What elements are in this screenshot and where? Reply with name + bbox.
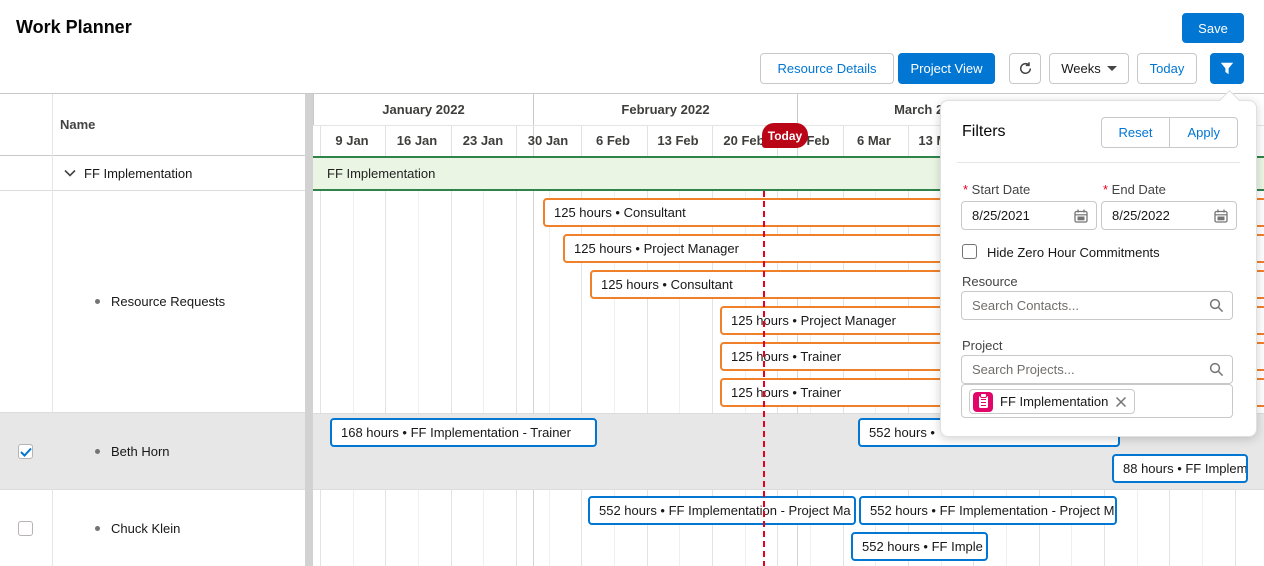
gantt-bar-label: 552 hours • FF Implementation - Project …: [870, 503, 1114, 518]
magnifier-icon: [1209, 362, 1224, 377]
month-boundary-line: [533, 125, 534, 566]
today-badge: Today: [762, 123, 808, 148]
row-beth-horn[interactable]: Beth Horn: [0, 413, 305, 490]
gantt-bar[interactable]: 552 hours • FF Implementation - Project …: [859, 496, 1117, 525]
row-label: FF Implementation: [84, 166, 192, 181]
end-date-value: 8/25/2022: [1112, 208, 1214, 223]
week-header: 13 Feb: [645, 125, 711, 156]
project-band-label: FF Implementation: [327, 166, 435, 181]
gantt-bar-label: 125 hours • Consultant: [601, 277, 733, 292]
row-label: Resource Requests: [111, 294, 225, 309]
selected-projects-box: FF Implementation: [961, 384, 1233, 418]
gantt-bar[interactable]: 552 hours • FF Implementation - Project …: [588, 496, 856, 525]
project-view-button[interactable]: Project View: [898, 53, 995, 84]
pill-label: FF Implementation: [1000, 394, 1108, 409]
filter-button[interactable]: [1210, 53, 1244, 84]
project-label: Project: [962, 338, 1002, 353]
page-title: Work Planner: [16, 17, 132, 38]
gantt-bar-label: 552 hours • FF Imple: [862, 539, 983, 554]
start-date-field[interactable]: 8/25/2021: [961, 201, 1097, 230]
close-x-icon[interactable]: [1115, 396, 1127, 408]
week-header: 23 Jan: [450, 125, 516, 156]
apply-button[interactable]: Apply: [1170, 117, 1238, 148]
gantt-bar-label: 88 hours • FF Implem: [1123, 461, 1247, 476]
filters-title: Filters: [962, 123, 1006, 141]
name-header-label: Name: [60, 117, 95, 132]
resource-search-input[interactable]: Search Contacts...: [961, 291, 1233, 320]
end-date-label: End Date: [1103, 182, 1166, 197]
view-mode-value: Weeks: [1061, 61, 1101, 76]
row-label: Beth Horn: [111, 444, 170, 459]
row-resource-requests[interactable]: Resource Requests: [0, 191, 305, 413]
gridline: [385, 156, 386, 566]
checkbox-column-divider: [52, 94, 53, 566]
project-record-icon: [973, 392, 993, 412]
calendar-icon[interactable]: [1074, 209, 1088, 223]
bullet-icon: [95, 526, 100, 531]
resource-details-button[interactable]: Resource Details: [760, 53, 894, 84]
resource-label: Resource: [962, 274, 1018, 289]
today-line: [763, 191, 765, 566]
gantt-bar[interactable]: 168 hours • FF Implementation - Trainer: [330, 418, 597, 447]
gantt-bar[interactable]: 552 hours • FF Imple: [851, 532, 988, 561]
hide-zero-label: Hide Zero Hour Commitments: [987, 245, 1160, 260]
week-header: 16 Jan: [384, 125, 450, 156]
week-header: 6 Mar: [841, 125, 907, 156]
work-planner-app: Work Planner Save Resource Details Proje…: [0, 0, 1264, 566]
bullet-icon: [95, 449, 100, 454]
row-checkbox[interactable]: [18, 521, 33, 536]
week-header: 6 Feb: [580, 125, 646, 156]
gridline: [451, 156, 452, 566]
panel-splitter[interactable]: [305, 94, 313, 566]
row-label: Chuck Klein: [111, 521, 180, 536]
funnel-icon: [1220, 62, 1234, 75]
gridline: [418, 156, 419, 566]
name-column-header: Name: [0, 94, 305, 156]
end-date-field[interactable]: 8/25/2022: [1101, 201, 1237, 230]
gantt-bar-label: 125 hours • Trainer: [731, 385, 841, 400]
filters-panel: Filters Reset Apply Start Date End Date …: [940, 100, 1257, 437]
month-header: January 2022: [313, 94, 533, 125]
refresh-icon: [1018, 61, 1033, 76]
refresh-button[interactable]: [1009, 53, 1041, 84]
start-date-value: 8/25/2021: [972, 208, 1074, 223]
gantt-bar-label: 168 hours • FF Implementation - Trainer: [341, 425, 571, 440]
month-header: February 2022: [533, 94, 797, 125]
project-pill[interactable]: FF Implementation: [969, 389, 1135, 414]
week-header: 30 Jan: [515, 125, 581, 156]
gantt-bar-label: 125 hours • Project Manager: [731, 313, 896, 328]
divider: [957, 162, 1240, 163]
save-button[interactable]: Save: [1182, 13, 1244, 43]
gantt-bar-label: 552 hours • FF Implementation - Project …: [599, 503, 851, 518]
gridline: [516, 156, 517, 566]
start-date-label: Start Date: [963, 182, 1030, 197]
name-panel: Name FF Implementation Resource Requests: [0, 94, 305, 566]
chevron-down-icon[interactable]: [64, 169, 76, 177]
gantt-bar-label: 125 hours • Trainer: [731, 349, 841, 364]
row-checkbox[interactable]: [18, 444, 33, 459]
bullet-icon: [95, 299, 100, 304]
gridline: [320, 156, 321, 566]
hide-zero-checkbox[interactable]: [962, 244, 977, 259]
gantt-bar-label: 125 hours • Project Manager: [574, 241, 739, 256]
gridline: [353, 156, 354, 566]
filters-actions: Reset Apply: [1101, 117, 1239, 148]
gridline: [483, 156, 484, 566]
reset-button[interactable]: Reset: [1101, 117, 1171, 148]
gantt-bar-label: 125 hours • Consultant: [554, 205, 686, 220]
chevron-down-icon: [1107, 66, 1117, 71]
week-header: 9 Jan: [319, 125, 385, 156]
magnifier-icon: [1209, 298, 1224, 313]
row-ff-implementation[interactable]: FF Implementation: [0, 156, 305, 191]
checkmark-icon: [20, 447, 32, 457]
gantt-bar-label: 552 hours •: [869, 425, 935, 440]
resource-placeholder: Search Contacts...: [972, 298, 1209, 313]
row-chuck-klein[interactable]: Chuck Klein: [0, 490, 305, 566]
project-search-input[interactable]: Search Projects...: [961, 355, 1233, 384]
project-placeholder: Search Projects...: [972, 362, 1209, 377]
calendar-icon[interactable]: [1214, 209, 1228, 223]
view-mode-dropdown[interactable]: Weeks: [1049, 53, 1129, 84]
gantt-bar[interactable]: 88 hours • FF Implem: [1112, 454, 1248, 483]
today-button[interactable]: Today: [1137, 53, 1197, 84]
